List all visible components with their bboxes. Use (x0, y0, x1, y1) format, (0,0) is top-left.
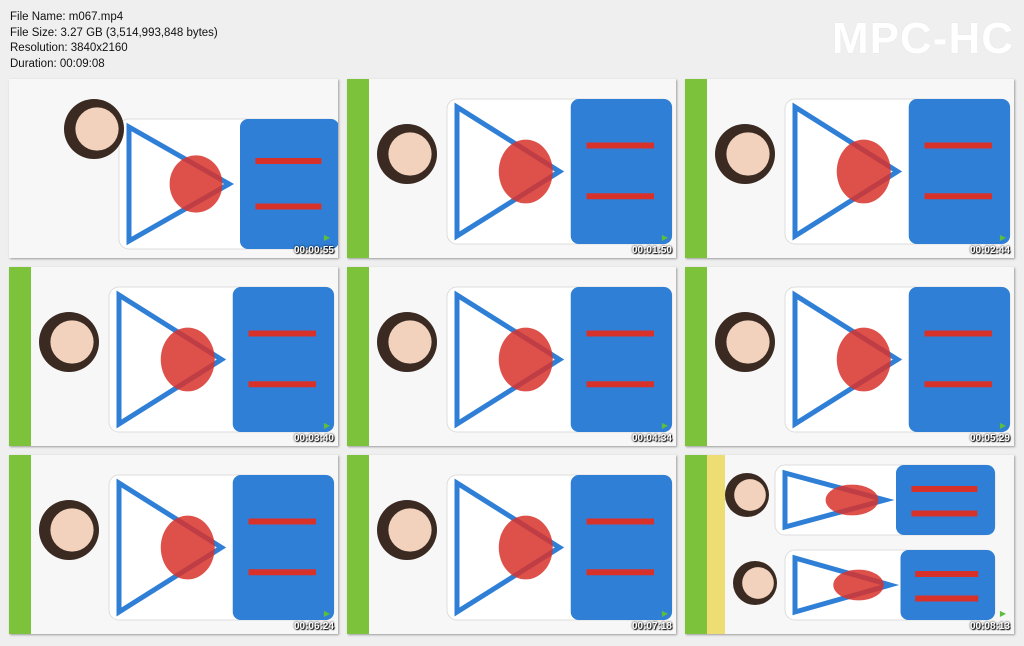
thumbnail-image (347, 79, 676, 258)
play-icon: ▶ (661, 609, 668, 618)
play-icon: ▶ (999, 609, 1006, 618)
thumbnail-image (347, 455, 676, 634)
play-icon: ▶ (323, 233, 330, 242)
thumbnail-image (685, 267, 1014, 446)
timestamp: 00:05:29 (969, 433, 1010, 444)
thumbnail-image (9, 455, 338, 634)
timestamp: 00:02:44 (969, 245, 1010, 256)
timestamp: 00:08:13 (969, 621, 1010, 632)
file-info: File Name: m067.mp4 File Size: 3.27 GB (… (10, 10, 218, 72)
thumbnail[interactable]: ▶ 00:04:34 (347, 267, 676, 446)
thumbnail[interactable]: ▶ 00:08:13 (685, 455, 1014, 634)
file-name: File Name: m067.mp4 (10, 11, 124, 23)
thumbnail[interactable]: ▶ 00:03:40 (9, 267, 338, 446)
resolution: Resolution: 3840x2160 (10, 42, 128, 54)
duration: Duration: 00:09:08 (10, 57, 105, 70)
thumbnail-image (685, 455, 1014, 634)
play-icon: ▶ (999, 421, 1006, 430)
mpc-hc-logo: MPC-HC (832, 14, 1014, 63)
timestamp: 00:04:34 (631, 433, 672, 444)
thumbnail[interactable]: ▶ 00:06:24 (9, 455, 338, 634)
thumbnail[interactable]: ▶ 00:07:18 (347, 455, 676, 634)
thumbnail[interactable]: ▶ 00:01:50 (347, 79, 676, 258)
play-icon: ▶ (661, 233, 668, 242)
thumbnail[interactable]: ▶ 00:05:29 (685, 267, 1014, 446)
thumbnail-image (9, 267, 338, 446)
thumbnail[interactable]: ▶ 00:02:44 (685, 79, 1014, 258)
thumbnail-image (9, 79, 338, 258)
timestamp: 00:07:18 (631, 621, 672, 632)
thumbnail-grid: ▶ 00:00:55 ▶ 00:01:50 ▶ 00:02:44 ▶ 00:03:40 … (9, 79, 1015, 637)
timestamp: 00:03:40 (293, 433, 334, 444)
timestamp: 00:06:24 (293, 621, 334, 632)
thumbnail[interactable]: ▶ 00:00:55 (9, 79, 338, 258)
play-icon: ▶ (999, 233, 1006, 242)
play-icon: ▶ (661, 421, 668, 430)
timestamp: 00:00:55 (293, 245, 334, 256)
thumbnail-image (685, 79, 1014, 258)
play-icon: ▶ (323, 421, 330, 430)
timestamp: 00:01:50 (631, 245, 672, 256)
thumbnail-image (347, 267, 676, 446)
file-size: File Size: 3.27 GB (3,514,993,848 bytes) (10, 26, 218, 39)
play-icon: ▶ (323, 609, 330, 618)
